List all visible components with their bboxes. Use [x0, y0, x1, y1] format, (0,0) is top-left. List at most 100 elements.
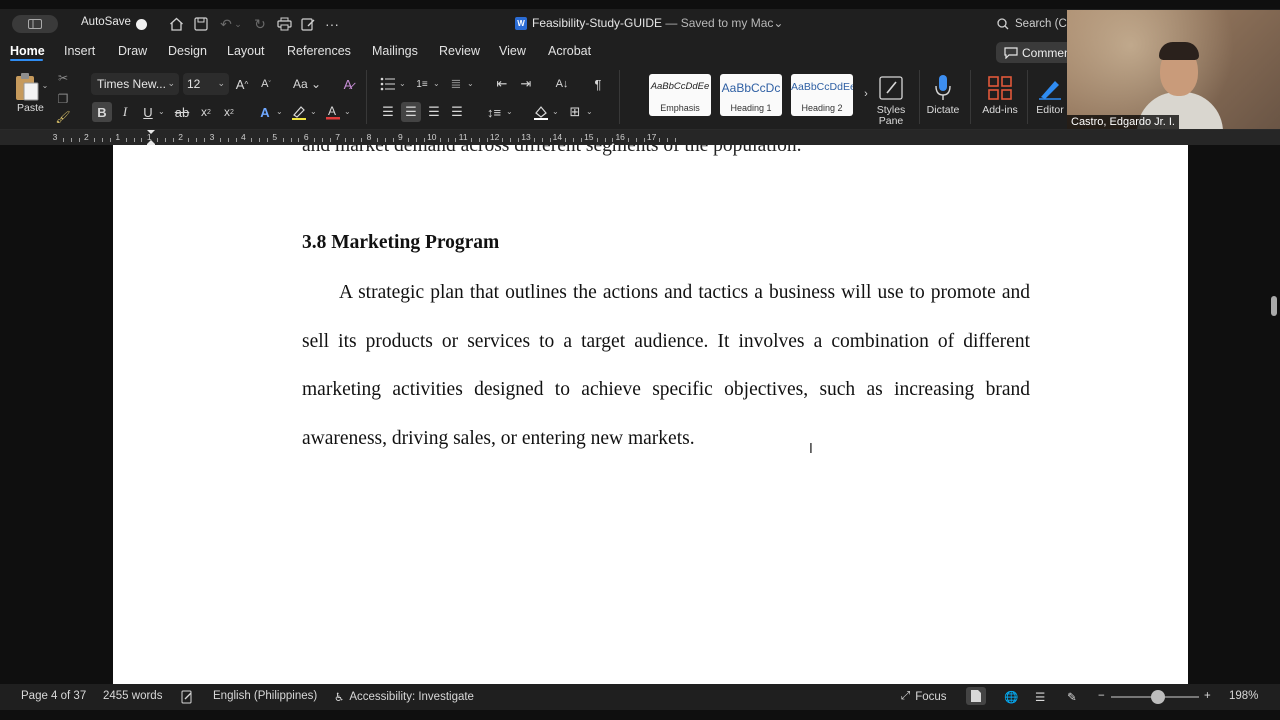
style-heading-2[interactable]: AaBbCcDdEe Heading 2 — [791, 74, 853, 116]
numbering-icon[interactable]: 1≡ — [412, 74, 432, 94]
font-size-select[interactable]: 12 ⌄ — [183, 73, 229, 95]
clear-formatting-icon[interactable]: A̷ — [338, 74, 358, 94]
section-heading[interactable]: 3.8 Marketing Program — [302, 232, 499, 254]
autosave-toggle[interactable] — [133, 17, 149, 31]
font-color-icon[interactable]: A — [323, 102, 343, 122]
search-field[interactable]: Search (C — [997, 15, 1067, 33]
screen-bottom-strip — [0, 710, 1280, 720]
page-count[interactable]: Page 4 of 37 — [21, 690, 86, 702]
previous-paragraph-line[interactable]: and market demand across different segme… — [302, 145, 801, 157]
accessibility-status[interactable]: ♿ Accessibility: Investigate — [334, 690, 474, 704]
multilevel-chevron-icon[interactable]: ⌄ — [467, 79, 474, 88]
shading-icon[interactable] — [531, 102, 551, 122]
tab-insert[interactable]: Insert — [64, 44, 95, 58]
document-page[interactable]: and market demand across different segme… — [113, 145, 1188, 684]
style-heading-1[interactable]: AaBbCcDc Heading 1 — [720, 74, 782, 116]
style-sample: AaBbCcDdEe — [650, 81, 710, 92]
save-icon[interactable] — [191, 14, 211, 34]
body-paragraph[interactable]: A strategic plan that outlines the actio… — [302, 269, 1030, 463]
style-emphasis[interactable]: AaBbCcDdEe Emphasis — [649, 74, 711, 116]
tab-layout[interactable]: Layout — [227, 44, 265, 58]
subscript-icon[interactable]: x2 — [196, 102, 216, 122]
track-changes-icon[interactable] — [180, 690, 194, 704]
tab-draw[interactable]: Draw — [118, 44, 147, 58]
draft-view-icon[interactable]: ✎ — [1067, 690, 1077, 704]
highlight-chevron-icon[interactable]: ⌄ — [310, 107, 317, 116]
document-canvas[interactable]: and market demand across different segme… — [0, 145, 1280, 684]
align-center-icon[interactable]: ☰ — [401, 102, 421, 122]
underline-chevron-icon[interactable]: ⌄ — [158, 107, 165, 116]
ruler-tick — [596, 138, 598, 142]
text-effects-icon[interactable]: A — [255, 102, 275, 122]
change-case-icon[interactable]: Aa ⌄ — [292, 74, 322, 94]
copy-icon[interactable]: ❐ — [55, 91, 71, 107]
undo-dropdown-icon[interactable]: ⌄ — [233, 14, 243, 34]
bullets-chevron-icon[interactable]: ⌄ — [399, 79, 406, 88]
comments-button[interactable]: Commen — [996, 42, 1076, 63]
horizontal-ruler[interactable]: 3 2 1 1 2 3 4 5 6 7 8 9 10 11 12 13 14 15 16 17 — [0, 130, 1280, 148]
outline-view-icon[interactable]: ☰ — [1035, 690, 1045, 704]
focus-button[interactable]: ⤢ Focus — [901, 690, 947, 703]
format-painter-icon[interactable]: 🖌 — [55, 109, 71, 125]
strikethrough-icon[interactable]: ab — [172, 102, 192, 122]
sort-icon[interactable]: A↓ — [552, 74, 572, 94]
line-spacing-icon[interactable]: ↕≡ — [484, 102, 504, 122]
line-spacing-chevron-icon[interactable]: ⌄ — [506, 107, 513, 116]
editor-button[interactable]: Editor — [1030, 70, 1070, 128]
add-ins-button[interactable]: Add-ins — [973, 70, 1027, 128]
superscript-icon[interactable]: x2 — [219, 102, 239, 122]
shrink-font-icon[interactable]: Aˇ — [256, 74, 276, 94]
zoom-slider-thumb[interactable] — [1150, 690, 1165, 704]
increase-indent-icon[interactable]: ⇥ — [516, 74, 536, 94]
redo-icon[interactable]: ↻ — [250, 14, 270, 34]
cut-icon[interactable]: ✂ — [55, 70, 71, 86]
tab-design[interactable]: Design — [168, 44, 207, 58]
print-icon[interactable] — [274, 14, 294, 34]
indent-marker[interactable] — [146, 130, 155, 145]
bullets-icon[interactable] — [378, 74, 398, 94]
borders-chevron-icon[interactable]: ⌄ — [586, 107, 593, 116]
highlight-icon[interactable] — [289, 102, 309, 122]
language-status[interactable]: English (Philippines) — [213, 690, 317, 702]
underline-icon[interactable]: U — [138, 102, 158, 122]
justify-icon[interactable]: ☰ — [447, 102, 467, 122]
right-indent-marker[interactable] — [609, 137, 617, 148]
ruler-tick — [549, 138, 551, 142]
home-icon[interactable] — [166, 14, 186, 34]
word-count[interactable]: 2455 words — [103, 690, 162, 702]
tab-review[interactable]: Review — [439, 44, 480, 58]
paste-icon[interactable] — [14, 72, 40, 102]
vertical-scrollbar[interactable] — [1271, 296, 1277, 316]
show-paragraph-marks-icon[interactable]: ¶ — [588, 74, 608, 94]
edit-doc-icon[interactable] — [298, 14, 318, 34]
text-effects-chevron-icon[interactable]: ⌄ — [276, 107, 283, 116]
bold-icon[interactable]: B — [92, 102, 112, 122]
more-icon[interactable]: ··· — [322, 14, 342, 34]
align-left-icon[interactable]: ☰ — [378, 102, 398, 122]
zoom-level[interactable]: 198% — [1229, 690, 1258, 702]
font-name-select[interactable]: Times New... ⌄ — [91, 73, 179, 95]
web-layout-view-icon[interactable]: 🌐 — [1004, 690, 1018, 704]
tab-home[interactable]: Home — [10, 44, 45, 58]
zoom-out-icon[interactable]: − — [1098, 690, 1105, 702]
decrease-indent-icon[interactable]: ⇤ — [492, 74, 512, 94]
styles-pane-button[interactable]: Styles Pane — [864, 70, 918, 128]
paste-options-chevron-icon[interactable]: ⌄ — [41, 80, 49, 90]
tab-references[interactable]: References — [287, 44, 351, 58]
borders-icon[interactable]: ⊞ — [565, 102, 585, 122]
tab-mailings[interactable]: Mailings — [372, 44, 418, 58]
dictate-button[interactable]: Dictate — [916, 70, 970, 128]
title-chevron-icon[interactable]: ⌄ — [773, 16, 783, 30]
print-layout-view-button[interactable] — [966, 687, 986, 705]
tab-view[interactable]: View — [499, 44, 526, 58]
tab-acrobat[interactable]: Acrobat — [548, 44, 591, 58]
numbering-chevron-icon[interactable]: ⌄ — [433, 79, 440, 88]
font-color-chevron-icon[interactable]: ⌄ — [344, 107, 351, 116]
grow-font-icon[interactable]: A ^ — [232, 74, 252, 94]
align-right-icon[interactable]: ☰ — [424, 102, 444, 122]
shading-chevron-icon[interactable]: ⌄ — [552, 107, 559, 116]
multilevel-list-icon[interactable]: ≣ — [446, 74, 466, 94]
italic-icon[interactable]: I — [115, 102, 135, 122]
sidebar-toggle-button[interactable] — [12, 15, 58, 33]
zoom-in-icon[interactable]: + — [1204, 690, 1211, 702]
